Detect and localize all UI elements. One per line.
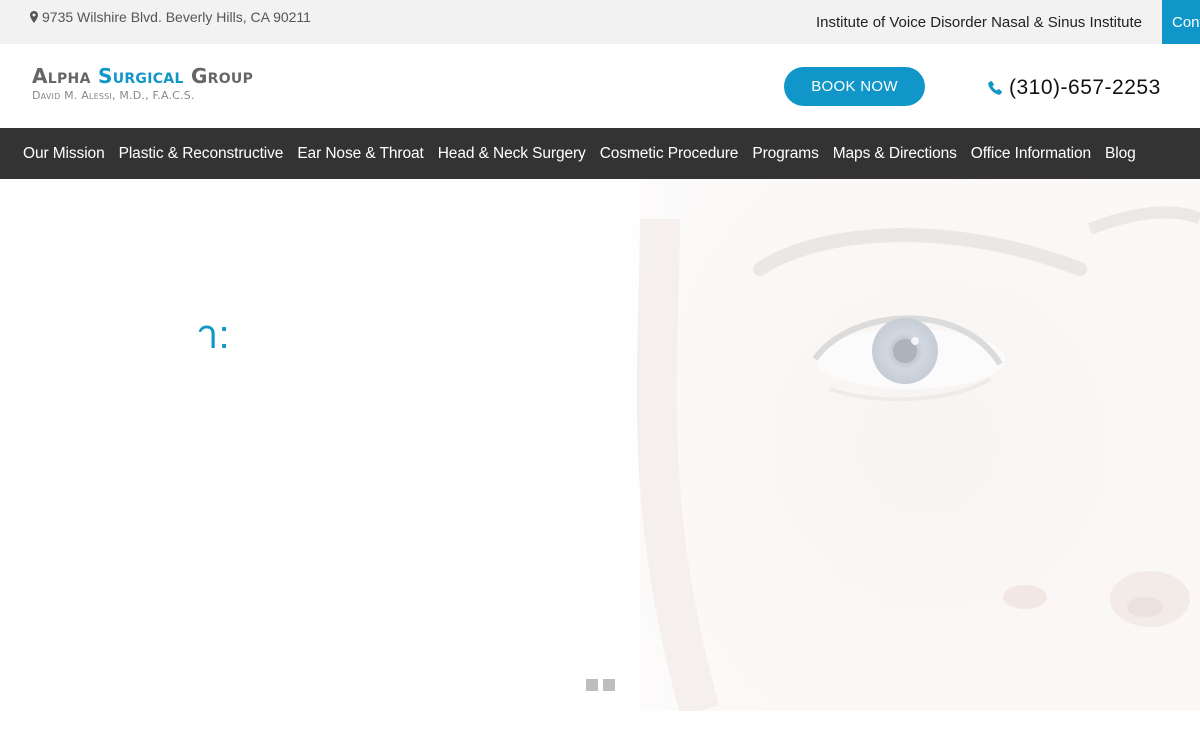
phone-number: (310)-657-2253 bbox=[1009, 76, 1161, 99]
site-header: Alpha Surgical Group David M. Alessi, M.… bbox=[0, 44, 1200, 128]
page-bottom-strip bbox=[0, 711, 1200, 740]
site-logo[interactable]: Alpha Surgical Group David M. Alessi, M.… bbox=[32, 64, 253, 102]
nav-list: Our Mission Plastic & Reconstructive Ear… bbox=[0, 128, 1200, 179]
nav-item-office-information[interactable]: Office Information bbox=[964, 145, 1098, 163]
hero-heading: า: bbox=[196, 313, 230, 357]
book-now-button[interactable]: BOOK NOW bbox=[784, 67, 925, 106]
address-text: 9735 Wilshire Blvd. Beverly Hills, CA 90… bbox=[42, 9, 311, 25]
phone-icon bbox=[988, 81, 1002, 95]
slider-dot-1[interactable] bbox=[586, 679, 598, 691]
hero-slider: า: bbox=[0, 179, 1200, 711]
phone-link[interactable]: (310)-657-2253 bbox=[987, 76, 1161, 100]
nav-item-blog[interactable]: Blog bbox=[1098, 145, 1143, 163]
address: 9735 Wilshire Blvd. Beverly Hills, CA 90… bbox=[30, 9, 311, 25]
institutes-link[interactable]: Institute of Voice Disorder Nasal & Sinu… bbox=[816, 14, 1142, 31]
hero-face-image bbox=[636, 179, 1200, 711]
nav-item-plastic-reconstructive[interactable]: Plastic & Reconstructive bbox=[112, 145, 291, 163]
logo-subtitle: David M. Alessi, M.D., F.A.C.S. bbox=[32, 89, 195, 102]
logo-title: Alpha Surgical Group bbox=[32, 64, 253, 88]
nav-item-maps-directions[interactable]: Maps & Directions bbox=[826, 145, 964, 163]
nav-item-ear-nose-throat[interactable]: Ear Nose & Throat bbox=[290, 145, 430, 163]
logo-word-alpha: Alpha bbox=[32, 64, 91, 88]
map-pin-icon bbox=[30, 11, 38, 23]
nav-item-programs[interactable]: Programs bbox=[745, 145, 825, 163]
main-nav: Our Mission Plastic & Reconstructive Ear… bbox=[0, 128, 1200, 179]
contact-tab[interactable]: Contact bbox=[1162, 0, 1200, 44]
slider-pagination bbox=[586, 679, 615, 691]
logo-word-surgical: Surgical bbox=[97, 64, 184, 88]
logo-word-group: Group bbox=[190, 64, 254, 88]
slider-dot-2[interactable] bbox=[603, 679, 615, 691]
nav-item-cosmetic-procedure[interactable]: Cosmetic Procedure bbox=[593, 145, 746, 163]
top-bar: 9735 Wilshire Blvd. Beverly Hills, CA 90… bbox=[0, 0, 1200, 44]
nav-item-our-mission[interactable]: Our Mission bbox=[16, 145, 112, 163]
nav-item-head-neck-surgery[interactable]: Head & Neck Surgery bbox=[431, 145, 593, 163]
